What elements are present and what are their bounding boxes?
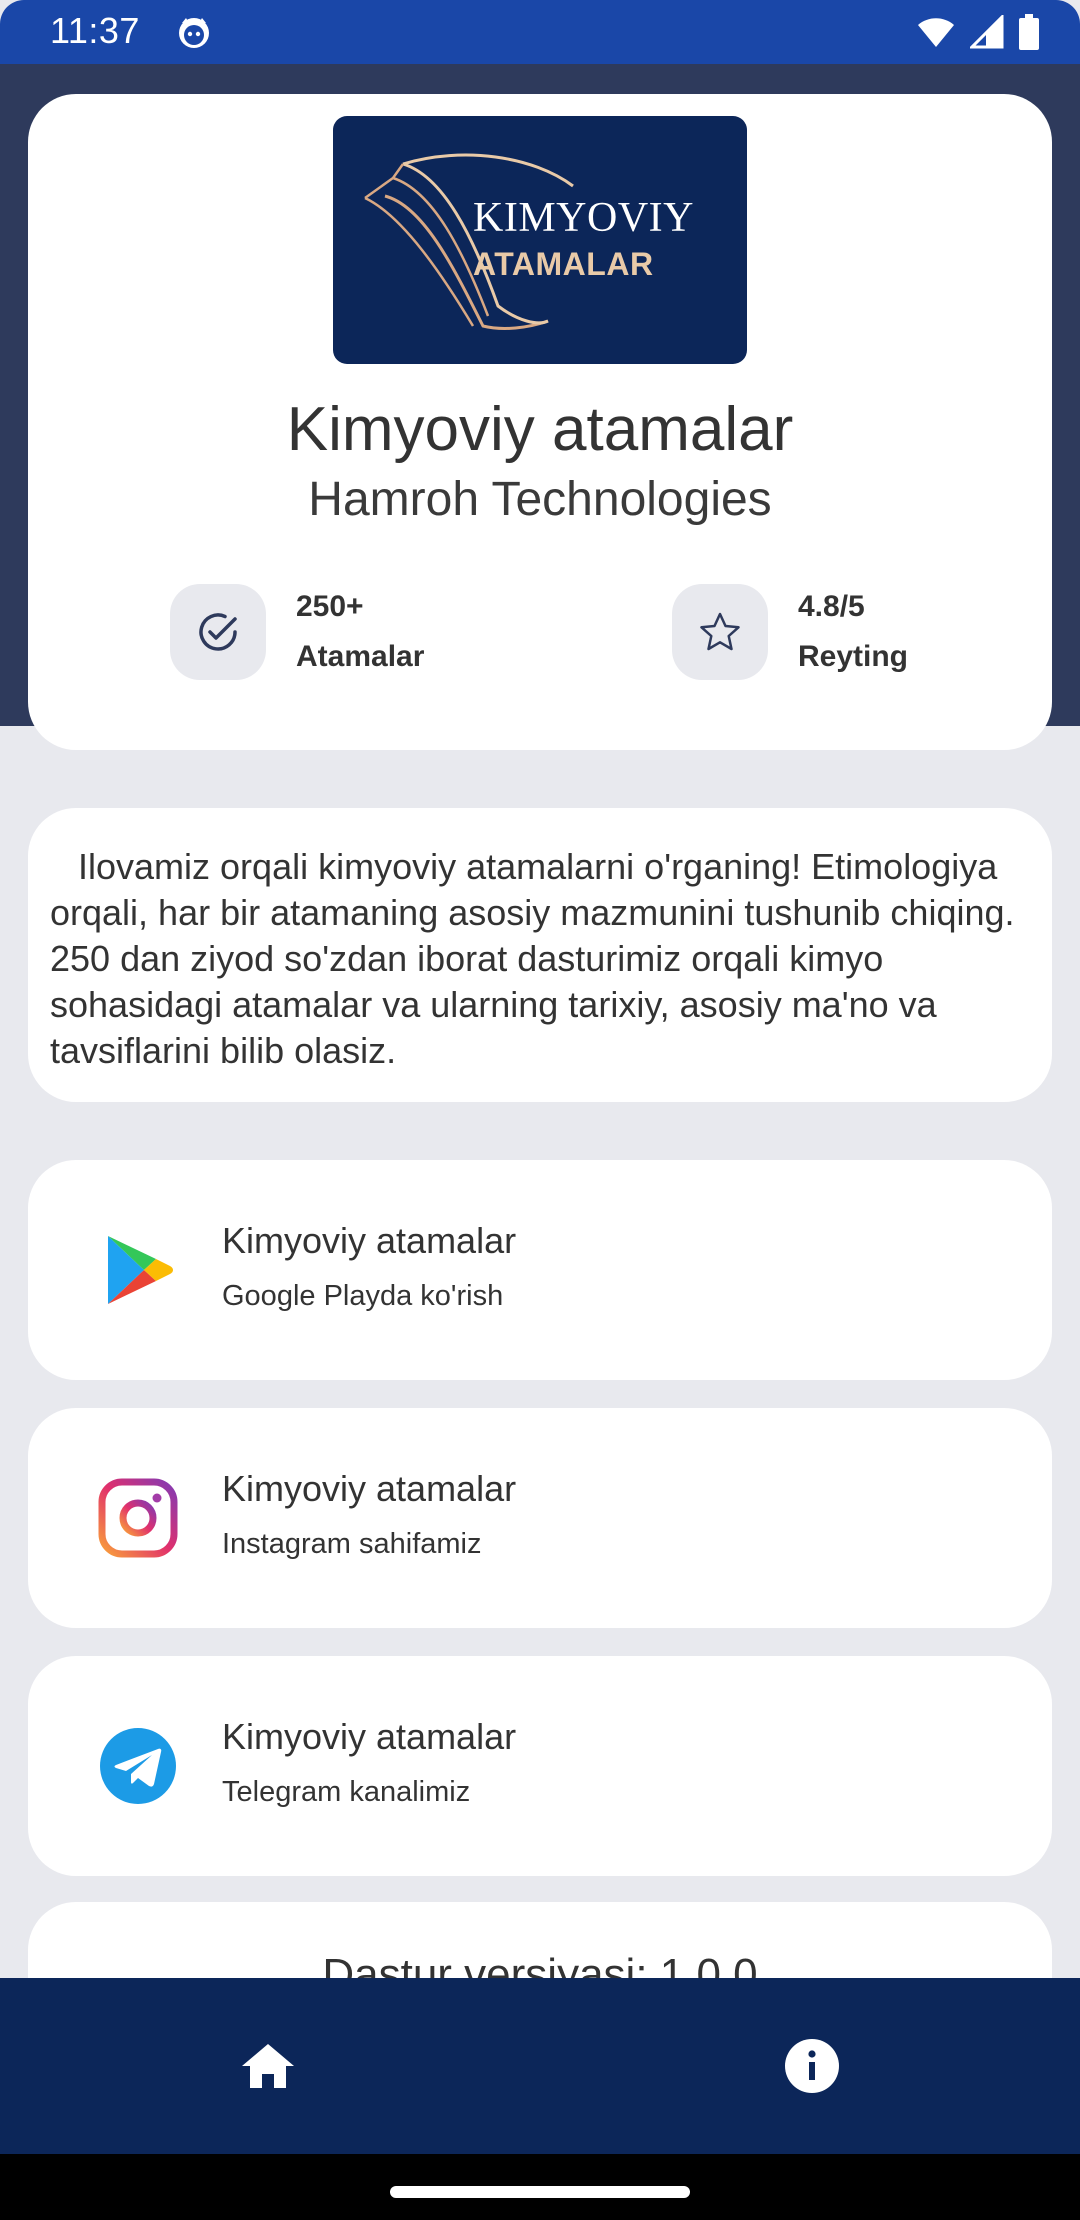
instagram-icon: [98, 1478, 178, 1558]
link-title: Kimyoviy atamalar: [222, 1716, 517, 1757]
stat-terms-label: Atamalar: [296, 640, 425, 673]
link-subtitle: Instagram sahifamiz: [222, 1528, 482, 1560]
status-bar: 11:37: [0, 0, 1080, 64]
link-title: Kimyoviy atamalar: [222, 1468, 517, 1509]
home-gesture-handle[interactable]: [390, 2186, 690, 2198]
link-subtitle: Telegram kanalimiz: [222, 1776, 471, 1808]
app-description: Ilovamiz orqali kimyoviy atamalarni o'rg…: [50, 846, 1015, 1071]
battery-icon: [1018, 14, 1040, 55]
link-title: Kimyoviy atamalar: [222, 1220, 517, 1261]
google-play-link[interactable]: Kimyoviy atamalar Google Playda ko'rish: [28, 1160, 1052, 1380]
google-play-icon: [98, 1230, 178, 1310]
app-info-card: KIMYOVIY ATAMALAR Kimyoviy atamalar Hamr…: [28, 94, 1052, 750]
stat-terms: 250+ Atamalar: [170, 584, 424, 680]
check-circle-icon: [170, 584, 266, 680]
app-title: Kimyoviy atamalar: [286, 395, 794, 464]
stat-rating-value: 4.8/5: [798, 590, 865, 623]
instagram-link[interactable]: Kimyoviy atamalar Instagram sahifamiz: [28, 1408, 1052, 1628]
wifi-icon: [916, 15, 956, 54]
telegram-icon: [98, 1726, 178, 1806]
logo-text-primary: KIMYOVIY: [473, 195, 694, 241]
logo-text-secondary: ATAMALAR: [473, 246, 654, 282]
signal-icon: [968, 13, 1004, 54]
bottom-navigation: [0, 1978, 1080, 2154]
stat-rating: 4.8/5 Reyting: [672, 584, 908, 680]
system-gesture-bar: [0, 2154, 1080, 2220]
app-logo: KIMYOVIY ATAMALAR: [333, 116, 747, 364]
stat-rating-label: Reyting: [798, 640, 909, 673]
star-icon: [672, 584, 768, 680]
company-name: Hamroh Technologies: [308, 473, 772, 526]
description-card: Ilovamiz orqali kimyoviy atamalarni o'rg…: [28, 808, 1052, 1102]
telegram-link[interactable]: Kimyoviy atamalar Telegram kanalimiz: [28, 1656, 1052, 1876]
stat-terms-value: 250+: [296, 590, 364, 623]
home-icon[interactable]: [236, 2034, 300, 2098]
link-subtitle: Google Playda ko'rish: [222, 1280, 504, 1312]
info-icon[interactable]: [780, 2034, 844, 2098]
status-time: 11:37: [50, 10, 140, 51]
notification-app-icon: [176, 14, 212, 50]
